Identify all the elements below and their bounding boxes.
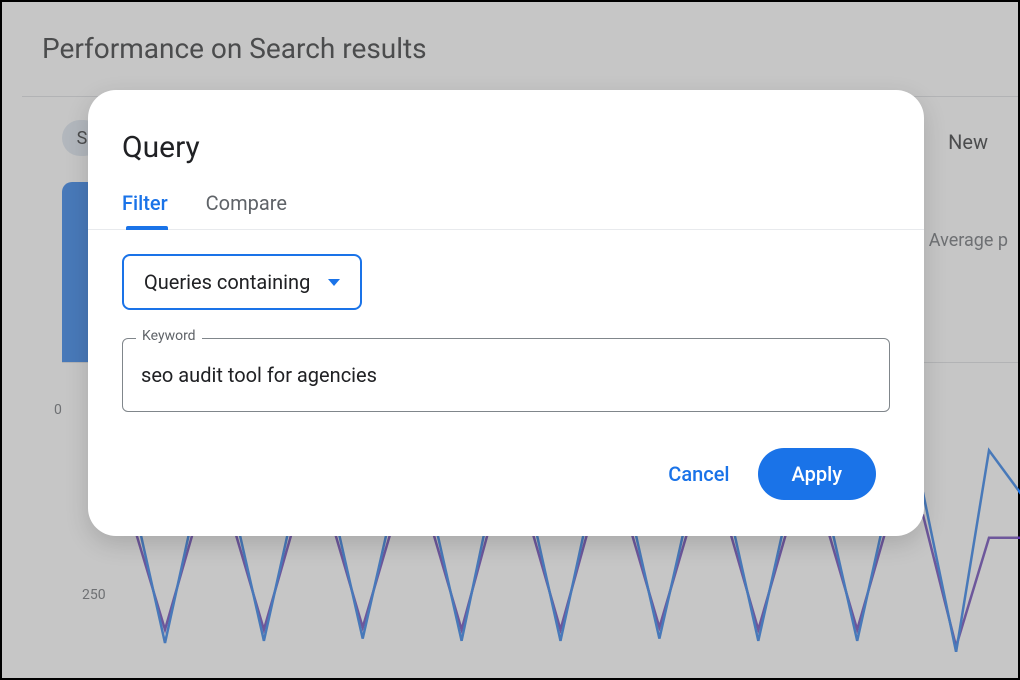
keyword-field-label: Keyword	[136, 328, 202, 344]
tab-compare[interactable]: Compare	[206, 191, 287, 229]
query-match-select[interactable]: Queries containing	[122, 254, 362, 310]
modal-tabs: Filter Compare	[88, 191, 924, 230]
query-filter-modal: Query Filter Compare Queries containing …	[88, 90, 924, 536]
apply-button[interactable]: Apply	[758, 448, 876, 500]
select-label: Queries containing	[144, 270, 310, 294]
keyword-input[interactable]	[122, 338, 890, 412]
modal-title: Query	[88, 130, 924, 191]
chevron-down-icon	[328, 279, 340, 286]
modal-content: Queries containing Keyword	[88, 230, 924, 412]
keyword-field-wrap: Keyword	[122, 338, 890, 412]
cancel-button[interactable]: Cancel	[668, 462, 729, 486]
tab-filter[interactable]: Filter	[122, 191, 168, 229]
modal-actions: Cancel Apply	[88, 412, 924, 506]
